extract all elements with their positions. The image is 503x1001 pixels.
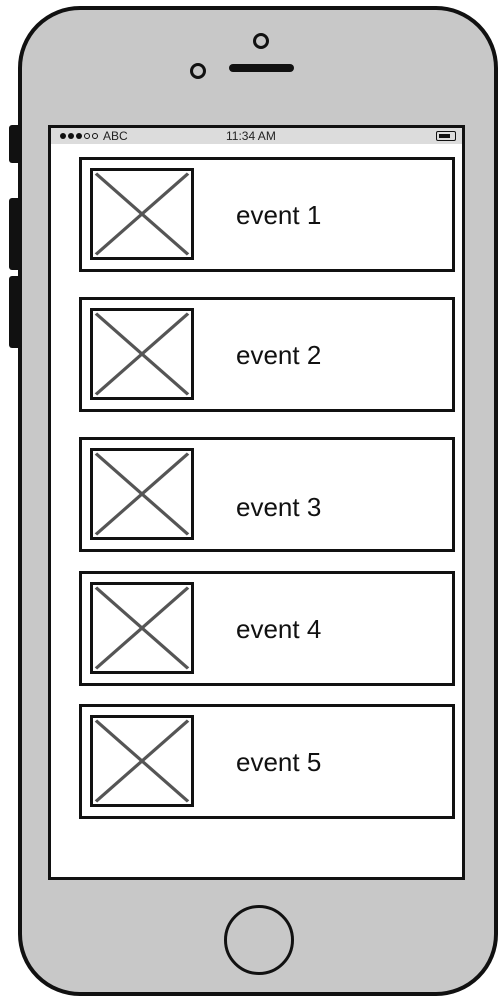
event-label: event 2 bbox=[236, 340, 322, 370]
image-placeholder-icon bbox=[90, 715, 194, 807]
event-label: event 4 bbox=[236, 614, 322, 644]
signal-dot bbox=[92, 133, 98, 139]
status-bar: ABC 11:34 AM bbox=[51, 128, 462, 144]
earpiece-speaker bbox=[229, 64, 294, 72]
signal-strength: ABC bbox=[60, 128, 128, 144]
mute-switch bbox=[9, 125, 21, 163]
event-label: event 3 bbox=[236, 492, 322, 522]
front-camera bbox=[253, 33, 269, 49]
battery-icon bbox=[436, 131, 456, 141]
carrier-name: ABC bbox=[103, 129, 128, 143]
phone-screen: ABC 11:34 AM event 1 event 2 event 3 event … bbox=[48, 125, 465, 880]
volume-up-button bbox=[9, 198, 21, 270]
home-button[interactable] bbox=[224, 905, 294, 975]
event-card[interactable]: event 4 bbox=[79, 571, 455, 686]
event-card[interactable]: event 2 bbox=[79, 297, 455, 412]
status-time: 11:34 AM bbox=[226, 129, 276, 143]
image-placeholder-icon bbox=[90, 448, 194, 540]
image-placeholder-icon bbox=[90, 582, 194, 674]
signal-dot bbox=[68, 133, 74, 139]
signal-dot bbox=[76, 133, 82, 139]
image-placeholder-icon bbox=[90, 168, 194, 260]
event-label: event 1 bbox=[236, 200, 322, 230]
event-card[interactable]: event 3 bbox=[79, 437, 455, 552]
event-card[interactable]: event 1 bbox=[79, 157, 455, 272]
event-card[interactable]: event 5 bbox=[79, 704, 455, 819]
event-label: event 5 bbox=[236, 747, 322, 777]
proximity-sensor bbox=[190, 63, 206, 79]
volume-down-button bbox=[9, 276, 21, 348]
signal-dot bbox=[60, 133, 66, 139]
image-placeholder-icon bbox=[90, 308, 194, 400]
signal-dot bbox=[84, 133, 90, 139]
